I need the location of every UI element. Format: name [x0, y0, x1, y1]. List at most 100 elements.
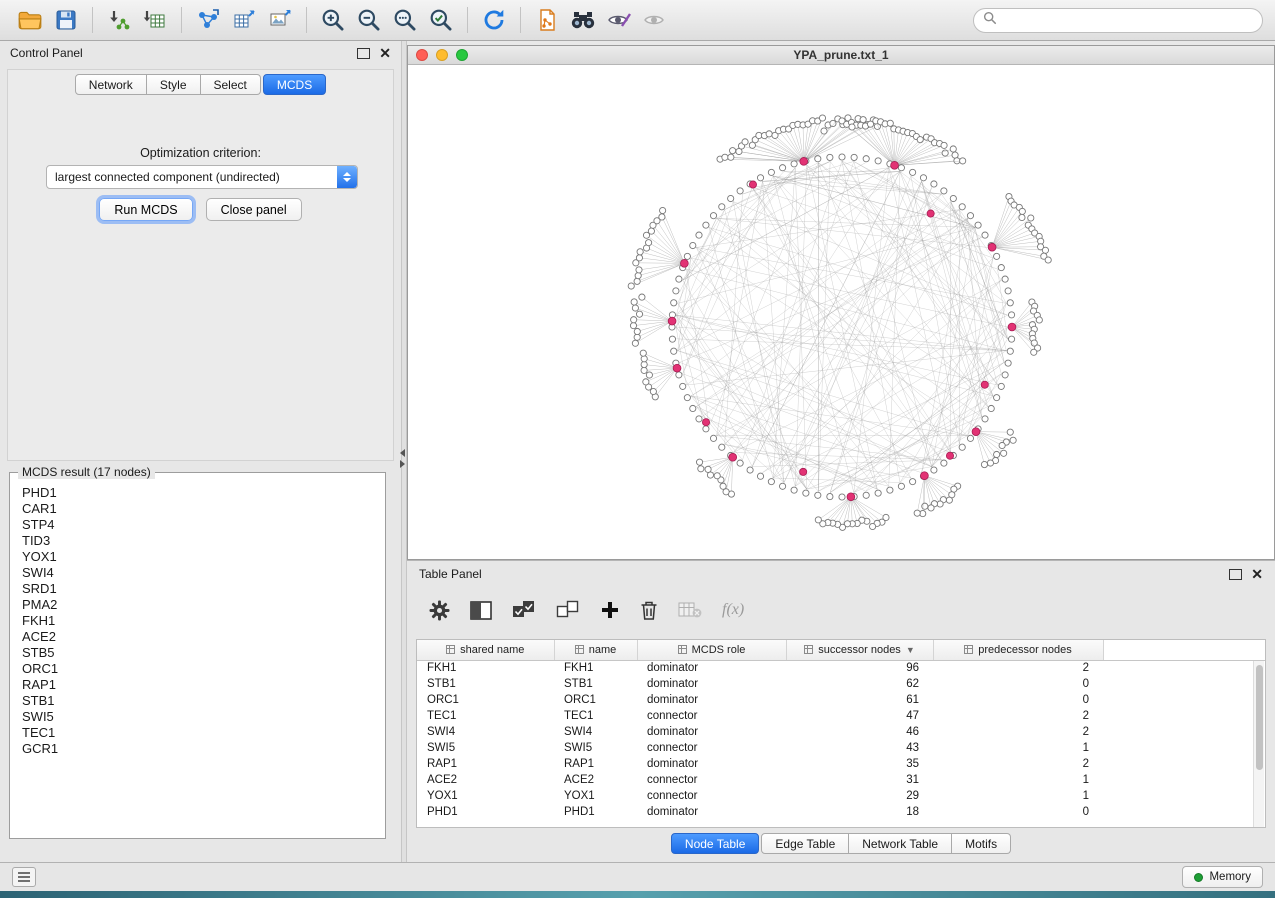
import-table-icon[interactable]: [137, 4, 173, 36]
criterion-dropdown[interactable]: largest connected component (undirected): [46, 165, 358, 189]
function-builder-icon[interactable]: f(x): [722, 601, 744, 619]
table-row[interactable]: STB1STB1dominator620: [417, 676, 1265, 692]
save-session-icon[interactable]: [48, 4, 84, 36]
select-all-icon[interactable]: [512, 600, 536, 620]
table-cell[interactable]: connector: [637, 740, 786, 756]
show-columns-icon[interactable]: [470, 601, 492, 620]
table-row[interactable]: SWI4SWI4dominator462: [417, 724, 1265, 740]
tab-network-table[interactable]: Network Table: [849, 833, 952, 854]
table-cell[interactable]: YOX1: [554, 788, 637, 804]
column-header-mcds-role[interactable]: MCDS role: [637, 640, 786, 660]
splitter-grip-icon[interactable]: [400, 449, 405, 468]
table-cell[interactable]: 61: [786, 692, 933, 708]
column-header-successor-nodes[interactable]: successor nodes▼: [786, 640, 933, 660]
table-cell[interactable]: RAP1: [417, 756, 554, 772]
deselect-all-icon[interactable]: [556, 600, 580, 620]
table-row[interactable]: PHD1PHD1dominator180: [417, 804, 1265, 820]
first-neighbors-icon[interactable]: [565, 4, 601, 36]
table-cell[interactable]: dominator: [637, 804, 786, 820]
table-cell[interactable]: RAP1: [554, 756, 637, 772]
mcds-result-item[interactable]: SRD1: [22, 581, 383, 597]
tab-mcds[interactable]: MCDS: [263, 74, 326, 95]
table-row[interactable]: SWI5SWI5connector431: [417, 740, 1265, 756]
table-cell[interactable]: dominator: [637, 660, 786, 676]
table-scrollbar-thumb[interactable]: [1256, 665, 1263, 770]
table-row[interactable]: ORC1ORC1dominator610: [417, 692, 1265, 708]
table-cell[interactable]: connector: [637, 708, 786, 724]
open-file-icon[interactable]: [12, 4, 48, 36]
mcds-result-item[interactable]: SWI4: [22, 565, 383, 581]
mcds-result-item[interactable]: GCR1: [22, 741, 383, 757]
mcds-result-item[interactable]: TEC1: [22, 725, 383, 741]
table-cell[interactable]: ORC1: [417, 692, 554, 708]
table-cell[interactable]: 29: [786, 788, 933, 804]
mcds-result-item[interactable]: PHD1: [22, 485, 383, 501]
tab-network[interactable]: Network: [75, 74, 147, 95]
table-cell[interactable]: 2: [933, 724, 1103, 740]
mcds-result-list[interactable]: PHD1CAR1STP4TID3YOX1SWI4SRD1PMA2FKH1ACE2…: [12, 481, 383, 836]
mcds-result-item[interactable]: FKH1: [22, 613, 383, 629]
table-cell[interactable]: 43: [786, 740, 933, 756]
graphics-details-icon[interactable]: [637, 4, 673, 36]
float-panel-icon[interactable]: [357, 48, 370, 59]
mcds-result-item[interactable]: TID3: [22, 533, 383, 549]
table-cell[interactable]: ORC1: [554, 692, 637, 708]
table-cell[interactable]: 2: [933, 708, 1103, 724]
table-cell[interactable]: ACE2: [417, 772, 554, 788]
table-cell[interactable]: FKH1: [554, 660, 637, 676]
close-panel-icon[interactable]: ✕: [379, 46, 391, 60]
table-cell[interactable]: TEC1: [554, 708, 637, 724]
zoom-selected-icon[interactable]: [423, 4, 459, 36]
search-field[interactable]: [973, 8, 1263, 33]
table-cell[interactable]: dominator: [637, 724, 786, 740]
column-header-name[interactable]: name: [554, 640, 637, 660]
mcds-result-item[interactable]: YOX1: [22, 549, 383, 565]
table-scrollbar[interactable]: [1253, 661, 1264, 827]
table-cell[interactable]: 1: [933, 740, 1103, 756]
network-titlebar[interactable]: YPA_prune.txt_1: [408, 46, 1274, 65]
zoom-in-icon[interactable]: [315, 4, 351, 36]
table-cell[interactable]: dominator: [637, 756, 786, 772]
mcds-result-item[interactable]: PMA2: [22, 597, 383, 613]
memory-button[interactable]: Memory: [1182, 866, 1263, 888]
mcds-result-item[interactable]: SWI5: [22, 709, 383, 725]
table-cell[interactable]: PHD1: [554, 804, 637, 820]
mcds-result-item[interactable]: STB5: [22, 645, 383, 661]
import-network-icon[interactable]: [101, 4, 137, 36]
close-panel-button[interactable]: Close panel: [206, 198, 302, 221]
table-cell[interactable]: dominator: [637, 692, 786, 708]
table-cell[interactable]: SWI4: [554, 724, 637, 740]
table-cell[interactable]: 96: [786, 660, 933, 676]
mcds-result-item[interactable]: STP4: [22, 517, 383, 533]
tab-edge-table[interactable]: Edge Table: [761, 833, 849, 854]
table-cell[interactable]: YOX1: [417, 788, 554, 804]
table-cell[interactable]: 46: [786, 724, 933, 740]
zoom-out-icon[interactable]: [351, 4, 387, 36]
table-row[interactable]: YOX1YOX1connector291: [417, 788, 1265, 804]
search-input[interactable]: [1003, 13, 1253, 27]
network-from-selection-icon[interactable]: [529, 4, 565, 36]
tab-select[interactable]: Select: [201, 74, 261, 95]
table-cell[interactable]: TEC1: [417, 708, 554, 724]
tab-motifs[interactable]: Motifs: [952, 833, 1011, 854]
column-header-predecessor-nodes[interactable]: predecessor nodes: [933, 640, 1103, 660]
tab-style[interactable]: Style: [147, 74, 201, 95]
table-cell[interactable]: 47: [786, 708, 933, 724]
table-cell[interactable]: 1: [933, 772, 1103, 788]
close-table-panel-icon[interactable]: ✕: [1251, 567, 1263, 581]
mcds-result-item[interactable]: STB1: [22, 693, 383, 709]
table-cell[interactable]: 1: [933, 788, 1103, 804]
float-table-panel-icon[interactable]: [1229, 569, 1242, 580]
panel-menu-icon[interactable]: [12, 867, 36, 887]
run-mcds-button[interactable]: Run MCDS: [99, 198, 192, 221]
table-cell[interactable]: FKH1: [417, 660, 554, 676]
table-cell[interactable]: 31: [786, 772, 933, 788]
delete-table-icon[interactable]: [678, 601, 702, 619]
table-cell[interactable]: STB1: [554, 676, 637, 692]
network-canvas[interactable]: [408, 65, 1274, 559]
table-cell[interactable]: 18: [786, 804, 933, 820]
table-row[interactable]: ACE2ACE2connector311: [417, 772, 1265, 788]
mcds-result-item[interactable]: CAR1: [22, 501, 383, 517]
mcds-result-item[interactable]: ACE2: [22, 629, 383, 645]
zoom-fit-icon[interactable]: [387, 4, 423, 36]
